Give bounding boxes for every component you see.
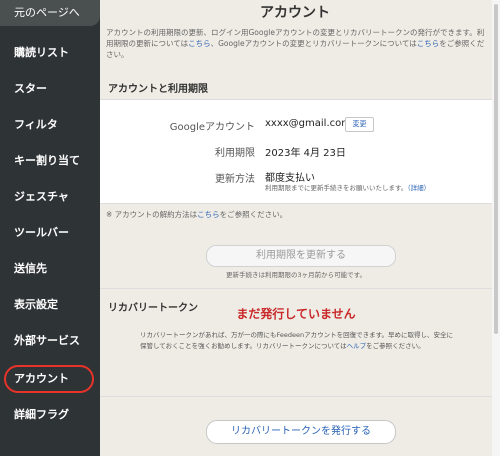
renew-expiry-button[interactable]: 利用期限を更新する xyxy=(206,245,396,267)
recovery-description-text: をご参照ください。 xyxy=(366,342,425,350)
recovery-help-link[interactable]: ヘルプ xyxy=(347,342,367,350)
cancel-info-link[interactable]: こちら xyxy=(197,210,220,219)
sidebar-item-gestures[interactable]: ジェスチャ xyxy=(0,182,100,212)
sidebar-item-key-bindings[interactable]: キー割り当て xyxy=(0,146,100,176)
sidebar-item-filters[interactable]: フィルタ xyxy=(0,110,100,140)
page-title: アカウント xyxy=(260,5,330,21)
sidebar-item-display[interactable]: 表示設定 xyxy=(0,290,100,320)
change-google-account-button[interactable]: 変更 xyxy=(345,117,374,132)
sidebar-item-advanced-flags[interactable]: 詳細フラグ xyxy=(0,400,100,430)
google-account-label: Googleアカウント xyxy=(169,122,255,133)
sidebar-item-external-services[interactable]: 外部サービス xyxy=(0,326,100,356)
cancel-note-text: をご参照ください。 xyxy=(219,210,288,219)
recovery-description: リカバリートークンがあれば、万が一の際にもFeedeenアカウントを回復できます… xyxy=(140,330,458,352)
back-to-original-page-button[interactable]: 元のページへ xyxy=(0,0,100,26)
sidebar-item-send-to[interactable]: 送信先 xyxy=(0,254,100,284)
intro-note: アカウントの利用期限の更新、ログイン用Googleアカウントの変更とリカバリート… xyxy=(106,27,491,60)
sidebar-item-toolbar[interactable]: ツールバー xyxy=(0,218,100,248)
cancel-note-text: ※ アカウントの解約方法は xyxy=(106,210,198,219)
renewal-method-note: 利用期限までに更新手続きをお願いいたします。（詳細） xyxy=(265,182,430,192)
google-account-value: xxxx@gmail.com xyxy=(265,118,351,129)
expiry-value: 2023年 4月 23日 xyxy=(265,148,346,159)
sidebar-item-subscriptions[interactable]: 購読リスト xyxy=(0,38,100,68)
intro-text: 、Googleアカウントの変更とリカバリートークンについては xyxy=(210,39,417,48)
sidebar-item-account[interactable]: アカウント xyxy=(0,364,100,394)
renew-note: 更新手続きは利用期限の3ヶ月前から可能です。 xyxy=(226,271,366,279)
renewal-method-label: 更新方法 xyxy=(215,174,255,185)
recovery-divider xyxy=(100,288,492,289)
issue-divider xyxy=(100,396,492,397)
issue-recovery-token-button[interactable]: リカバリートークンを発行する xyxy=(206,420,396,444)
main-content: アカウント アカウントの利用期限の更新、ログイン用Googleアカウントの変更と… xyxy=(100,0,500,456)
account-section-heading: アカウントと利用期限 xyxy=(108,84,208,95)
renewal-detail-link[interactable]: （詳細） xyxy=(407,184,430,192)
sidebar: 元のページへ 購読リスト スター フィルタ キー割り当て ジェスチャ ツールバー… xyxy=(0,0,100,456)
expiry-label: 利用期限 xyxy=(215,148,255,159)
sidebar-item-stars[interactable]: スター xyxy=(0,74,100,104)
recovery-status: まだ発行していません xyxy=(236,307,356,321)
renewal-method-note-text: 利用期限までに更新手続きをお願いいたします。 xyxy=(265,184,408,192)
scrollbar-thumb[interactable] xyxy=(494,4,498,334)
google-recovery-info-link[interactable]: こちら xyxy=(417,39,440,48)
cancel-note: ※ アカウントの解約方法はこちらをご参照ください。 xyxy=(106,209,287,220)
renewal-info-link[interactable]: こちら xyxy=(188,39,211,48)
